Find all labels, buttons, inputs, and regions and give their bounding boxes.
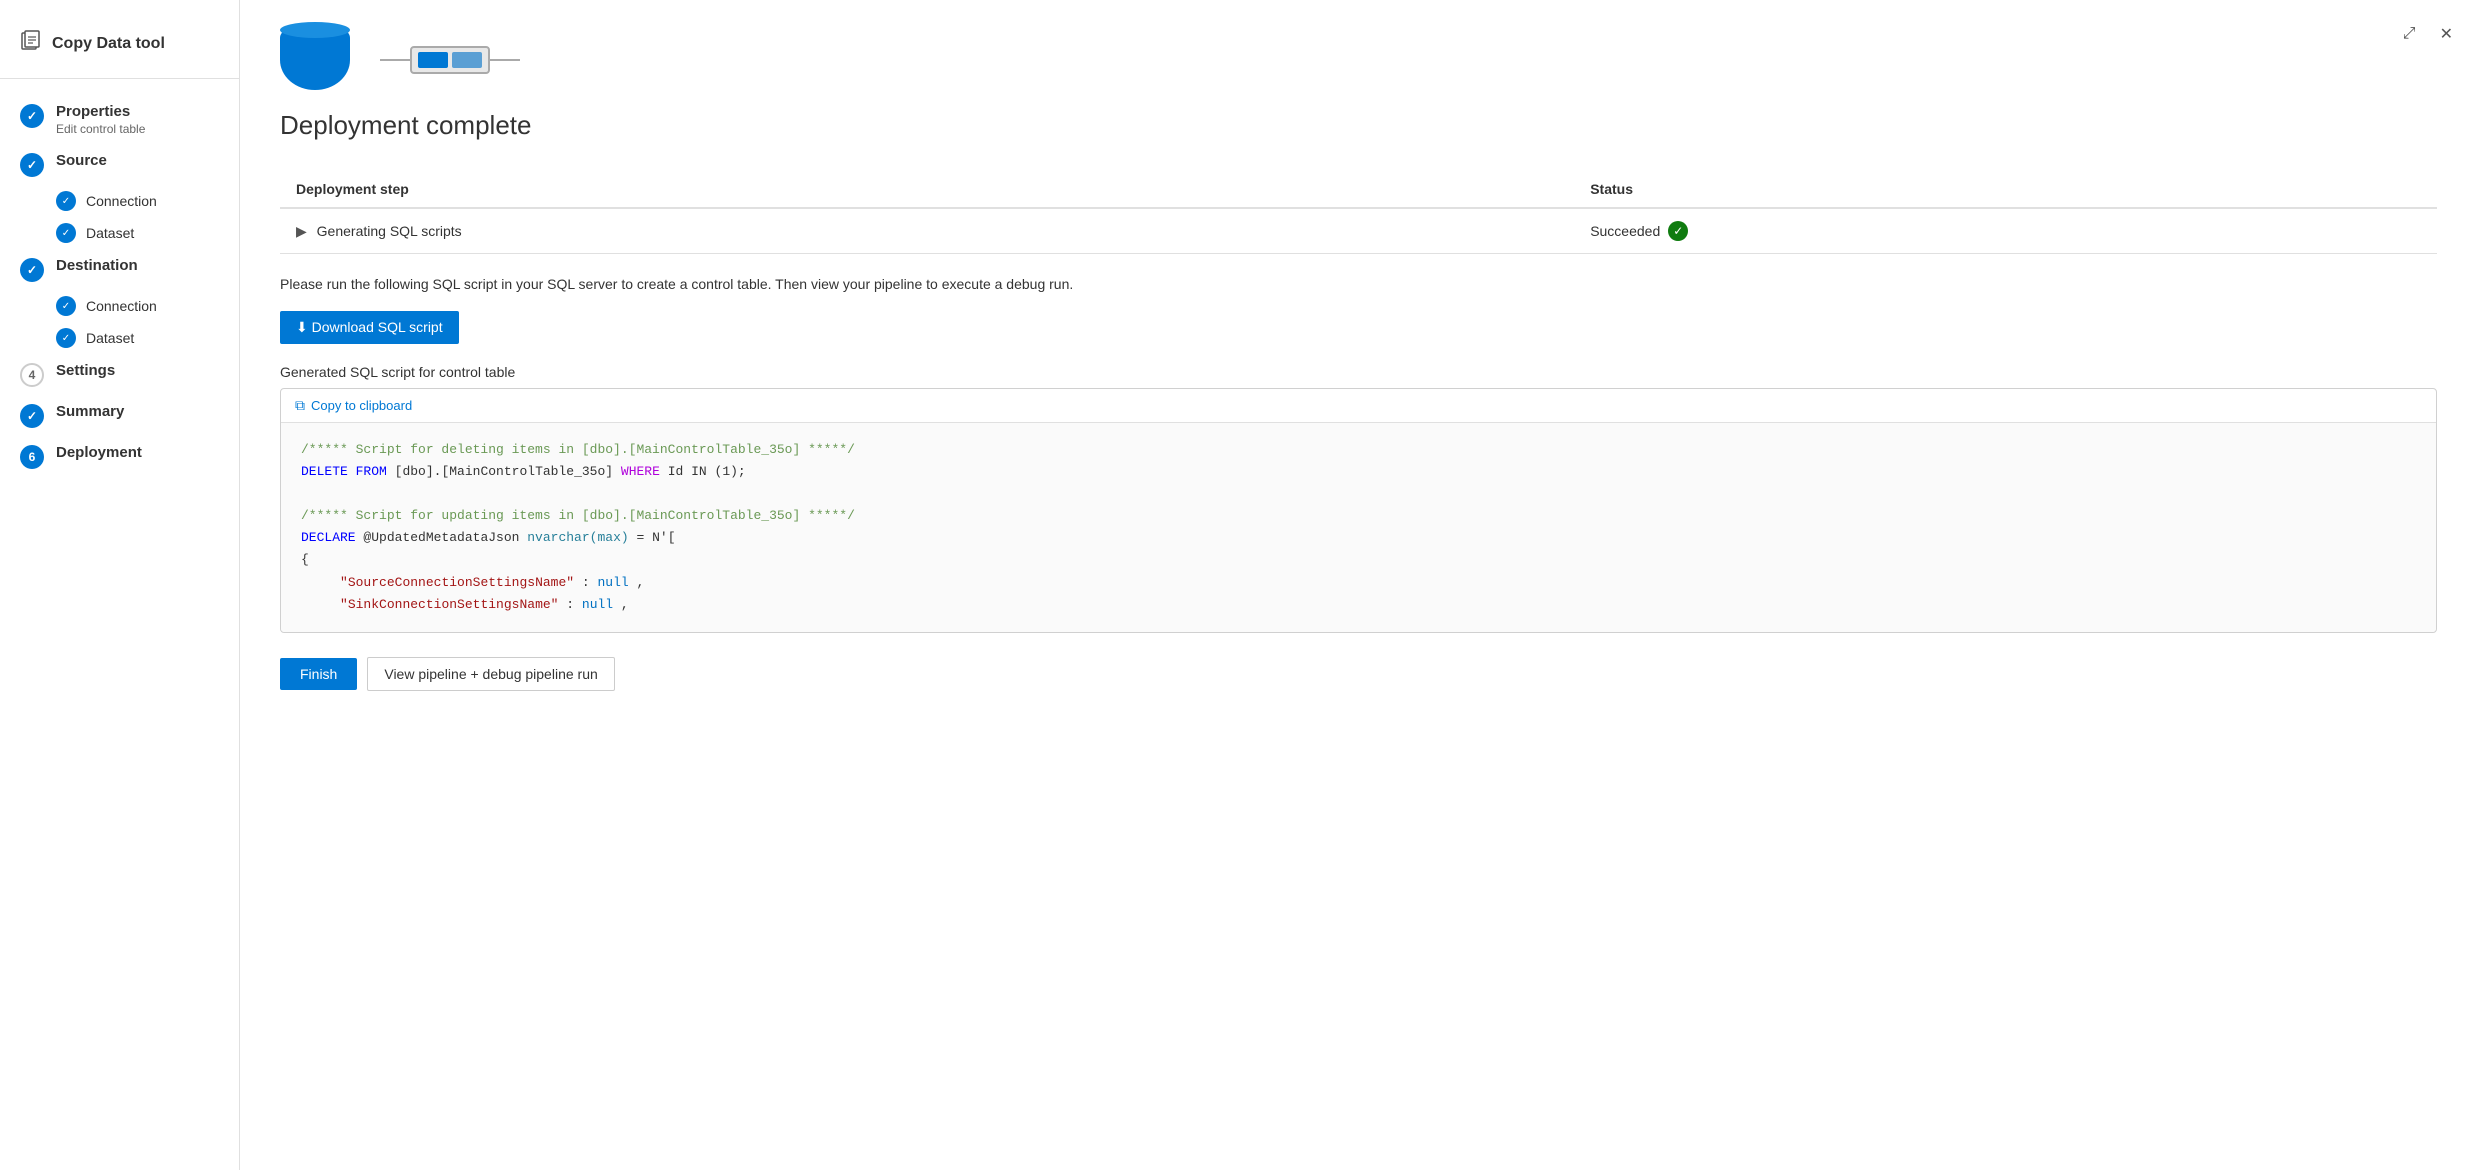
nav-circle-deployment: 6 bbox=[20, 445, 44, 469]
app-icon bbox=[20, 30, 42, 58]
nav-label-destination: Destination bbox=[56, 257, 138, 274]
nav-label-settings: Settings bbox=[56, 362, 115, 379]
nav-circle-source: ✓ bbox=[20, 153, 44, 177]
status-label: Succeeded bbox=[1590, 223, 1660, 239]
nav-circle-properties: ✓ bbox=[20, 104, 44, 128]
code-comment-2: /***** Script for updating items in [dbo… bbox=[301, 508, 855, 523]
sidebar-item-source-dataset[interactable]: ✓ Dataset bbox=[0, 217, 239, 249]
code-line-2: DELETE FROM [dbo].[MainControlTable_35o]… bbox=[301, 461, 2416, 483]
expand-row-icon[interactable]: ▶ bbox=[296, 223, 307, 239]
step-label: Generating SQL scripts bbox=[317, 223, 462, 239]
code-brace-open: { bbox=[301, 552, 309, 567]
status-succeeded: Succeeded ✓ bbox=[1590, 221, 2421, 241]
code-comma-2: , bbox=[621, 597, 629, 612]
nav-sub-circle-dest-dataset: ✓ bbox=[56, 328, 76, 348]
code-colon-2: : bbox=[566, 597, 582, 612]
sidebar: Copy Data tool ✓ Properties Edit control… bbox=[0, 0, 240, 1170]
finish-button[interactable]: Finish bbox=[280, 658, 357, 690]
page-title: Deployment complete bbox=[280, 110, 2437, 141]
code-keyword-declare: DECLARE bbox=[301, 530, 356, 545]
sidebar-item-deployment[interactable]: 6 Deployment bbox=[0, 436, 239, 477]
code-line-7: "SinkConnectionSettingsName" : null , bbox=[301, 594, 2416, 616]
copy-toolbar[interactable]: ⧉ Copy to clipboard bbox=[281, 389, 2436, 423]
deployment-table: Deployment step Status ▶ Generating SQL … bbox=[280, 171, 2437, 254]
footer-buttons: Finish View pipeline + debug pipeline ru… bbox=[280, 657, 2437, 691]
source-db-icon bbox=[280, 30, 350, 90]
code-body: /***** Script for deleting items in [dbo… bbox=[281, 423, 2436, 632]
code-line-1: /***** Script for deleting items in [dbo… bbox=[301, 439, 2416, 461]
code-line-blank bbox=[301, 483, 2416, 505]
nav-sub-label-dest-connection: Connection bbox=[86, 298, 157, 314]
code-declare-var: @UpdatedMetadataJson bbox=[363, 530, 527, 545]
code-line-3: /***** Script for updating items in [dbo… bbox=[301, 505, 2416, 527]
sidebar-item-dest-dataset[interactable]: ✓ Dataset bbox=[0, 322, 239, 354]
status-cell: Succeeded ✓ bbox=[1574, 208, 2437, 254]
col-header-step: Deployment step bbox=[280, 171, 1574, 208]
window-controls: ⤢ ✕ bbox=[2399, 20, 2457, 48]
code-type-nvarchar: nvarchar(max) bbox=[527, 530, 628, 545]
step-cell: ▶ Generating SQL scripts bbox=[280, 208, 1574, 254]
col-header-status: Status bbox=[1574, 171, 2437, 208]
info-text: Please run the following SQL script in y… bbox=[280, 274, 2437, 295]
code-table-1: [dbo].[MainControlTable_35o] bbox=[395, 464, 621, 479]
view-pipeline-button[interactable]: View pipeline + debug pipeline run bbox=[367, 657, 614, 691]
nav-label-source: Source bbox=[56, 152, 107, 169]
nav-sub-label-source-connection: Connection bbox=[86, 193, 157, 209]
copy-icon: ⧉ bbox=[295, 397, 305, 414]
nav-sub-label-properties: Edit control table bbox=[56, 122, 145, 136]
nav-circle-summary: ✓ bbox=[20, 404, 44, 428]
close-button[interactable]: ✕ bbox=[2436, 20, 2457, 48]
sidebar-item-source[interactable]: ✓ Source bbox=[0, 144, 239, 185]
code-comma-1: , bbox=[637, 575, 645, 590]
connector-box bbox=[410, 46, 490, 74]
code-null-2: null bbox=[582, 597, 613, 612]
code-container: ⧉ Copy to clipboard /***** Script for de… bbox=[280, 388, 2437, 633]
code-where-1: WHERE bbox=[621, 464, 660, 479]
nav-sub-label-dest-dataset: Dataset bbox=[86, 330, 134, 346]
nav-circle-settings: 4 bbox=[20, 363, 44, 387]
sidebar-item-dest-connection[interactable]: ✓ Connection bbox=[0, 290, 239, 322]
sidebar-item-source-connection[interactable]: ✓ Connection bbox=[0, 185, 239, 217]
download-sql-button[interactable]: ⬇ Download SQL script bbox=[280, 311, 459, 344]
sidebar-item-properties[interactable]: ✓ Properties Edit control table bbox=[0, 95, 239, 144]
nav-label-properties: Properties bbox=[56, 103, 145, 120]
code-indent-2 bbox=[301, 597, 332, 612]
code-null-1: null bbox=[598, 575, 629, 590]
nav-circle-destination: ✓ bbox=[20, 258, 44, 282]
nav-label-deployment: Deployment bbox=[56, 444, 142, 461]
sql-section-label: Generated SQL script for control table bbox=[280, 364, 2437, 380]
code-line-6: "SourceConnectionSettingsName" : null , bbox=[301, 572, 2416, 594]
table-row: ▶ Generating SQL scripts Succeeded ✓ bbox=[280, 208, 2437, 254]
nav-sub-circle-source-connection: ✓ bbox=[56, 191, 76, 211]
top-icons bbox=[280, 30, 2437, 90]
code-comment-1: /***** Script for deleting items in [dbo… bbox=[301, 442, 855, 457]
code-indent-1 bbox=[301, 575, 332, 590]
code-colon-1: : bbox=[582, 575, 598, 590]
succeeded-icon: ✓ bbox=[1668, 221, 1688, 241]
nav-sub-label-source-dataset: Dataset bbox=[86, 225, 134, 241]
code-line-4: DECLARE @UpdatedMetadataJson nvarchar(ma… bbox=[301, 527, 2416, 549]
main-content: ⤢ ✕ Deployment complete Deployment step … bbox=[240, 0, 2477, 1170]
code-declare-eq: = N'[ bbox=[636, 530, 675, 545]
nav-label-summary: Summary bbox=[56, 403, 124, 420]
code-keyword-delete: DELETE FROM bbox=[301, 464, 387, 479]
code-where-rest-1: Id IN (1); bbox=[668, 464, 746, 479]
sidebar-item-summary[interactable]: ✓ Summary bbox=[0, 395, 239, 436]
copy-label: Copy to clipboard bbox=[311, 398, 412, 413]
code-line-5: { bbox=[301, 549, 2416, 571]
nav-sub-circle-source-dataset: ✓ bbox=[56, 223, 76, 243]
code-string-sink: "SinkConnectionSettingsName" bbox=[340, 597, 558, 612]
expand-button[interactable]: ⤢ bbox=[2399, 20, 2420, 48]
sidebar-item-destination[interactable]: ✓ Destination bbox=[0, 249, 239, 290]
sidebar-item-settings[interactable]: 4 Settings bbox=[0, 354, 239, 395]
app-title-container: Copy Data tool bbox=[0, 20, 239, 79]
nav-sub-circle-dest-connection: ✓ bbox=[56, 296, 76, 316]
app-title: Copy Data tool bbox=[52, 35, 165, 53]
code-string-source: "SourceConnectionSettingsName" bbox=[340, 575, 574, 590]
